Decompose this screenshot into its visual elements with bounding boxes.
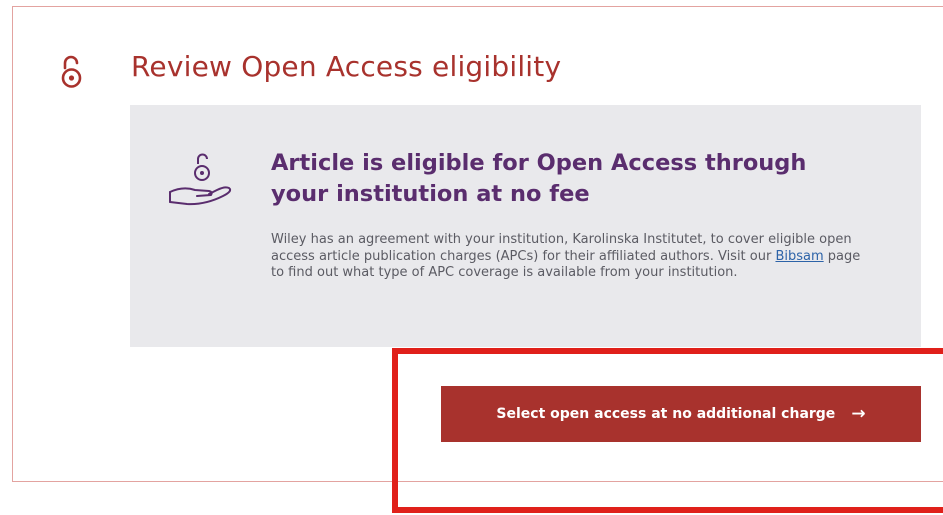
eligibility-description: Wiley has an agreement with your institu… <box>271 232 861 282</box>
open-access-lock-icon <box>61 55 82 88</box>
eligibility-info-box <box>130 105 921 347</box>
panel-title: Review Open Access eligibility <box>131 50 562 83</box>
eligibility-title: Article is eligible for Open Access thro… <box>271 150 807 207</box>
highlight-annotation-box <box>392 348 943 513</box>
hand-with-open-lock-icon <box>169 153 232 206</box>
bibsam-link[interactable]: Bibsam <box>775 249 823 264</box>
eligibility-description-text: Wiley has an agreement with your institu… <box>271 232 852 264</box>
